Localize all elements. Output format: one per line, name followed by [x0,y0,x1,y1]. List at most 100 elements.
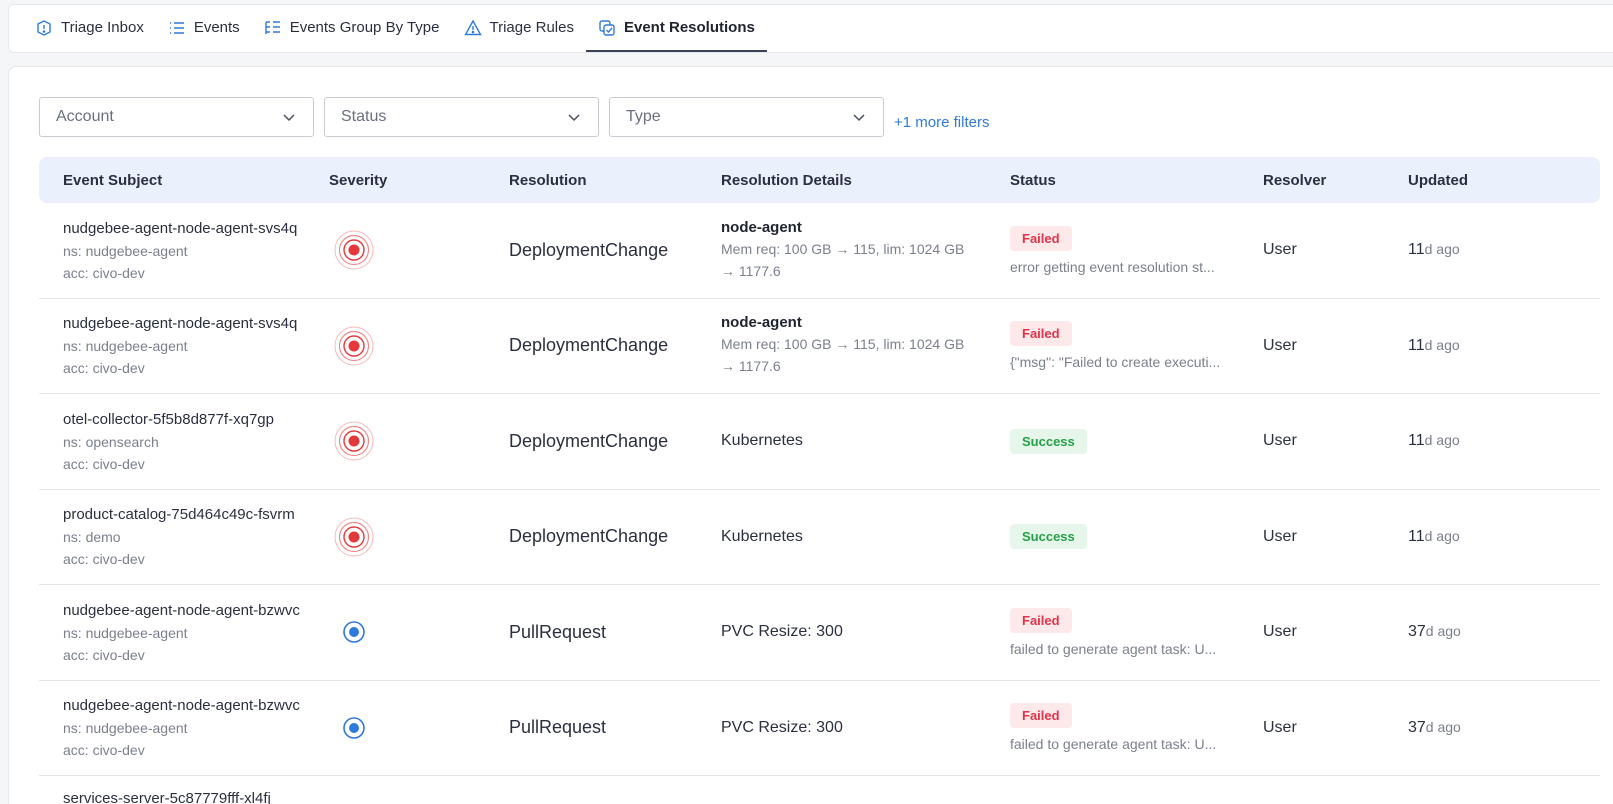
table-row[interactable]: nudgebee-agent-node-agent-svs4q ns: nudg… [39,299,1600,394]
resolver-value: User [1263,336,1297,354]
tab-events[interactable]: Events [156,5,252,52]
severity-cell [329,229,509,271]
updated-value: 37d ago [1408,719,1461,736]
event-subject-name: nudgebee-agent-node-agent-bzwvc [63,601,300,619]
tab-events-group-by-type[interactable]: Events Group By Type [252,5,452,52]
detail-title: node-agent [721,218,802,236]
updated-unit: d ago [1424,336,1460,353]
account-filter[interactable]: Account [39,97,314,137]
table-row[interactable]: nudgebee-agent-node-agent-bzwvc ns: nudg… [39,585,1600,681]
status-cell: Failed {"msg": "Failed to create executi… [1010,321,1263,370]
updated-number: 11 [1408,432,1425,450]
status-message: error getting event resolution st... [1010,258,1215,275]
table-row[interactable]: otel-collector-5f5b8d877f-xq7gp ns: open… [39,394,1600,490]
event-subject-cell: nudgebee-agent-node-agent-svs4q ns: nudg… [39,220,329,281]
events-group-icon [264,20,280,34]
detail-text: PVC Resize: 300 [721,623,843,641]
event-subject-name: nudgebee-agent-node-agent-svs4q [63,315,298,333]
header-status[interactable]: Status [1010,172,1263,189]
events-list-icon [169,21,184,34]
account-label: acc: civo-dev [63,742,145,759]
table-row[interactable]: product-catalog-75d464c49c-fsvrm ns: dem… [39,490,1600,585]
severity-cell [329,611,509,653]
status-cell: Failed error getting event resolution st… [1010,225,1263,275]
event-subject-name: otel-collector-5f5b8d877f-xq7gp [63,410,274,428]
updated-cell: 11d ago [1408,241,1558,259]
tab-label: Events [193,19,240,36]
account-label: acc: civo-dev [63,264,145,281]
event-subject-name: product-catalog-75d464c49c-fsvrm [63,506,295,524]
updated-number: 37 [1408,623,1426,641]
event-subject-cell: nudgebee-agent-node-agent-bzwvc ns: nudg… [39,602,329,663]
tab-label: Events Group By Type [289,19,440,36]
status-filter[interactable]: Status [324,97,599,137]
namespace-label: ns: nudgebee-agent [63,338,188,355]
resolution-type: DeploymentChange [509,430,669,451]
updated-unit: d ago [1424,432,1460,449]
filter-bar: Account Status Type +1 more filters [39,97,989,137]
table-row[interactable]: services-server-5c87779fff-xl4fj [39,776,1600,804]
updated-value: 37d ago [1408,623,1461,640]
critical-severity-icon [334,326,374,366]
namespace-label: ns: demo [63,529,121,546]
header-resolution-details[interactable]: Resolution Details [721,172,1010,189]
resolution-check-icon [599,19,615,36]
resolution-cell: PullRequest [509,622,721,643]
resolution-details-cell: Kubernetes [721,528,1010,546]
account-label: acc: civo-dev [63,646,145,663]
status-badge: Success [1010,524,1087,550]
status-badge: Failed [1010,321,1072,347]
header-resolution[interactable]: Resolution [509,172,721,189]
account-label: acc: civo-dev [63,551,145,568]
event-subject-cell: nudgebee-agent-node-agent-svs4q ns: nudg… [39,315,329,376]
updated-number: 37 [1408,718,1426,736]
resolution-cell: DeploymentChange [509,240,721,261]
resolution-type: DeploymentChange [509,526,669,547]
updated-unit: d ago [1424,527,1460,544]
resolver-value: User [1263,718,1297,736]
header-updated[interactable]: Updated [1408,172,1558,189]
event-subject-name: nudgebee-agent-node-agent-svs4q [63,219,298,237]
status-badge: Failed [1010,703,1072,729]
resolver-cell: User [1263,719,1408,737]
critical-severity-icon [334,421,374,461]
severity-cell [329,325,509,367]
tab-triage-rules[interactable]: Triage Rules [452,5,586,52]
table-row[interactable]: nudgebee-agent-node-agent-bzwvc ns: nudg… [39,681,1600,776]
header-event-subject[interactable]: Event Subject [39,172,329,189]
namespace-label: ns: nudgebee-agent [63,720,188,737]
event-subject-name: nudgebee-agent-node-agent-bzwvc [63,697,300,715]
tab-triage-inbox[interactable]: Triage Inbox [23,5,156,52]
namespace-label: ns: nudgebee-agent [63,242,188,259]
status-message: failed to generate agent task: U... [1010,640,1217,657]
table-header: Event Subject Severity Resolution Resolu… [39,157,1600,203]
resolution-type: DeploymentChange [509,335,669,356]
header-severity[interactable]: Severity [329,172,509,189]
namespace-label: ns: opensearch [63,433,159,450]
table-body: nudgebee-agent-node-agent-svs4q ns: nudg… [39,203,1600,776]
tab-event-resolutions[interactable]: Event Resolutions [585,5,767,52]
updated-value: 11d ago [1408,337,1460,354]
table-row[interactable]: nudgebee-agent-node-agent-svs4q ns: nudg… [39,203,1600,299]
chevron-down-icon [853,114,865,122]
updated-number: 11 [1408,241,1425,259]
warning-triangle-icon [463,19,482,35]
header-resolver[interactable]: Resolver [1263,172,1408,189]
status-message: failed to generate agent task: U... [1010,736,1217,753]
resolver-cell: User [1263,337,1408,355]
detail-text: Kubernetes [721,432,803,450]
resolver-value: User [1263,623,1297,641]
resolution-cell: DeploymentChange [509,526,721,547]
resolution-details-cell: node-agent Mem req: 100 GB → 115, lim: 1… [721,314,1010,377]
type-filter[interactable]: Type [609,97,884,137]
status-filter-label: Status [341,108,387,125]
tab-bar: Triage Inbox Events Events Group By Type… [8,4,1613,53]
resolution-details-cell: PVC Resize: 300 [721,719,1010,737]
tab-label: Triage Inbox [61,19,144,36]
type-filter-label: Type [626,108,661,125]
resolution-cell: PullRequest [509,717,721,738]
resolution-type: PullRequest [509,717,607,738]
event-subject-cell: product-catalog-75d464c49c-fsvrm ns: dem… [39,506,329,567]
more-filters-link[interactable]: +1 more filters [894,114,989,131]
updated-unit: d ago [1425,623,1461,640]
